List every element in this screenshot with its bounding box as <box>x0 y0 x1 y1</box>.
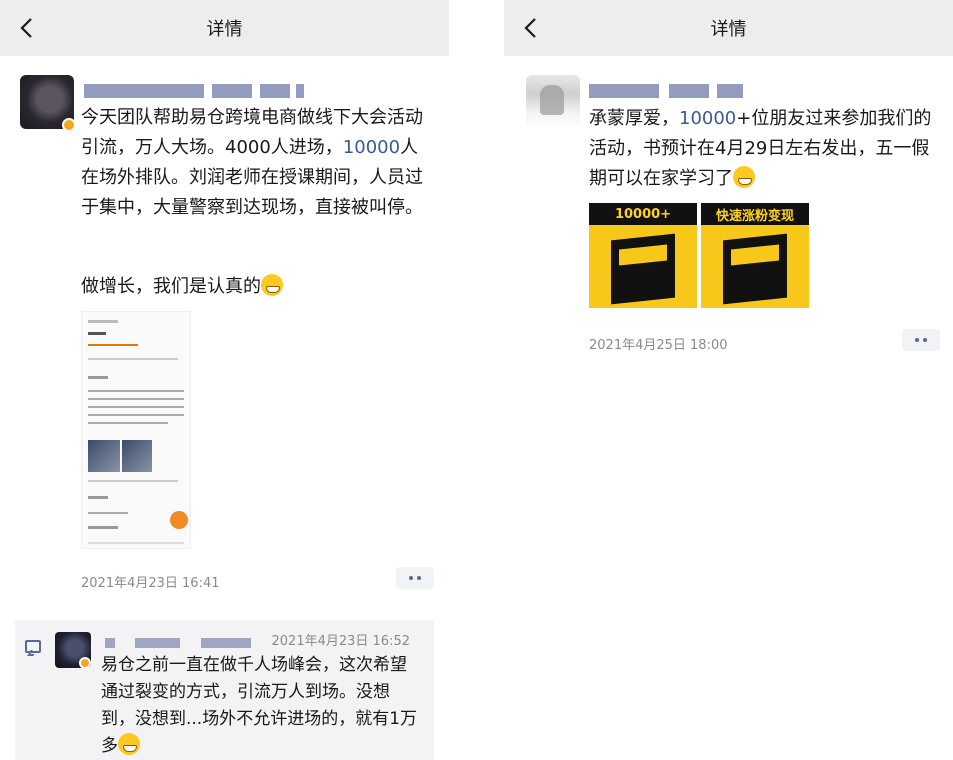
book-image-2[interactable]: 快速涨粉变现 <box>701 203 809 308</box>
tears-of-joy-emoji-icon <box>118 733 140 755</box>
page-title: 详情 <box>710 19 747 40</box>
page-title: 详情 <box>206 19 243 40</box>
blurred-username[interactable] <box>589 84 759 98</box>
post-timestamp: 2021年4月25日 18:00 <box>589 338 728 353</box>
post-text-part-3: 做增长，我们是认真的 <box>81 276 261 297</box>
more-actions-button[interactable] <box>902 329 940 351</box>
post-screenshot-image[interactable] <box>81 311 191 549</box>
left-moment-detail: 详情 今天团队帮助易仓跨境电商做线下大会活动引流，万人大场。4000人进场，10… <box>0 0 449 760</box>
top-bar: 详情 <box>0 0 449 56</box>
top-bar: 详情 <box>504 0 953 56</box>
verified-badge-icon <box>62 118 76 132</box>
dot-icon <box>923 338 927 342</box>
blurred-commenter-name[interactable] <box>105 638 255 648</box>
book-headline: 10000+ <box>589 203 697 225</box>
fab-icon <box>170 511 188 529</box>
book-image-1[interactable]: 10000+ <box>589 203 697 308</box>
book-cover <box>723 233 787 305</box>
more-actions-button[interactable] <box>396 567 434 589</box>
post-timestamp: 2021年4月23日 16:41 <box>81 576 220 591</box>
book-cover <box>611 233 675 305</box>
book-headline: 快速涨粉变现 <box>701 203 809 225</box>
comment-text: 易仓之前一直在做千人场峰会，这次希望通过裂变的方式，引流万人到场。没想到，没想到… <box>101 652 421 760</box>
dot-icon <box>409 576 413 580</box>
chevron-left-icon[interactable] <box>516 12 544 44</box>
verified-badge-icon <box>79 657 91 669</box>
chevron-left-icon[interactable] <box>12 12 40 44</box>
comment-icon <box>25 640 41 653</box>
post-text: 承蒙厚爱，10000+位朋友过来参加我们的活动，书预计在4月29日左右发出，五一… <box>589 104 944 194</box>
highlight-number: 10000 <box>679 108 737 129</box>
highlight-number: 10000 <box>342 137 401 158</box>
thinking-face-emoji-icon <box>733 166 755 188</box>
comment-section: 2021年4月23日 16:52 易仓之前一直在做千人场峰会，这次希望通过裂变的… <box>15 620 434 760</box>
post-text: 今天团队帮助易仓跨境电商做线下大会活动引流，万人大场。4000人进场，10000… <box>81 103 436 223</box>
dot-icon <box>915 338 919 342</box>
post-text-part-1: 承蒙厚爱， <box>589 108 679 129</box>
grinning-face-emoji-icon <box>261 274 283 296</box>
comment-text-body: 易仓之前一直在做千人场峰会，这次希望通过裂变的方式，引流万人到场。没想到，没想到… <box>101 655 418 756</box>
dot-icon <box>417 576 421 580</box>
comment-timestamp: 2021年4月23日 16:52 <box>271 634 411 649</box>
avatar[interactable] <box>526 75 580 129</box>
blurred-username[interactable] <box>84 84 304 98</box>
post-text-second-paragraph: 做增长，我们是认真的 <box>81 272 436 302</box>
